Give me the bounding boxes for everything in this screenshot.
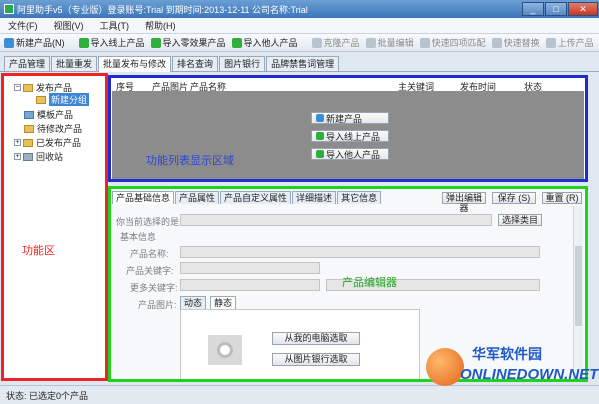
import-zero-button[interactable]: 导入零效果产品 xyxy=(150,36,226,49)
new-product-icon xyxy=(4,37,14,48)
function-area-outline xyxy=(1,73,108,381)
quick-replace-button[interactable]: 快速替换 xyxy=(491,36,540,49)
editor-area-label: 产品编辑器 xyxy=(342,277,397,289)
clone-icon xyxy=(311,37,322,48)
tab-product-management[interactable]: 产品管理 xyxy=(4,56,51,71)
menu-bar: 文件(F) 视图(V) 工具(T) 帮助(H) xyxy=(0,18,599,34)
window-title: 阿里助手v5（专业版）登录账号:Trial 到期时间:2013-12-11 公司… xyxy=(17,4,308,15)
maximize-button[interactable]: □ xyxy=(545,2,567,16)
tab-image-bank[interactable]: 图片银行 xyxy=(219,56,266,71)
menu-file[interactable]: 文件(F) xyxy=(8,19,38,32)
list-area-label: 功能列表显示区域 xyxy=(146,155,234,167)
import-online-icon xyxy=(78,37,89,48)
status-text: 状态: 已选定0个产品 xyxy=(6,390,89,401)
tab-batch-repost[interactable]: 批量重发 xyxy=(51,56,98,71)
main-tabs: 产品管理 批量重发 批量发布与修改 排名查询 图片银行 品牌禁售词管理 xyxy=(0,56,599,72)
tab-ranking[interactable]: 排名查询 xyxy=(172,56,219,71)
batch-edit-icon xyxy=(365,37,376,48)
watermark-cn: 华军软件园 xyxy=(472,346,542,362)
import-online-button[interactable]: 导入线上产品 xyxy=(78,36,145,49)
batch-edit-button[interactable]: 批量编辑 xyxy=(365,36,414,49)
close-button[interactable]: ✕ xyxy=(568,2,598,16)
site-logo-icon xyxy=(426,348,464,386)
quick-match-icon xyxy=(419,37,430,48)
quick-replace-icon xyxy=(491,37,502,48)
tab-brand-words[interactable]: 品牌禁售词管理 xyxy=(266,56,340,71)
new-product-button[interactable]: 新建产品(N) xyxy=(4,36,65,49)
import-others-icon xyxy=(231,37,242,48)
quick-match-button[interactable]: 快速四项匹配 xyxy=(419,36,486,49)
toolbar: 新建产品(N) 导入线上产品 导入零效果产品 导入他人产品 克隆产品 批量编辑 … xyxy=(0,34,599,52)
clone-button[interactable]: 克隆产品 xyxy=(311,36,360,49)
title-bar: 阿里助手v5（专业版）登录账号:Trial 到期时间:2013-12-11 公司… xyxy=(0,0,599,18)
watermark: 华军软件园 ONLINEDOWN.NET xyxy=(420,340,599,400)
menu-view[interactable]: 视图(V) xyxy=(54,19,84,32)
minimize-button[interactable]: _ xyxy=(522,2,544,16)
tab-batch-publish[interactable]: 批量发布与修改 xyxy=(98,56,172,72)
watermark-en: ONLINEDOWN.NET xyxy=(460,366,599,383)
menu-tools[interactable]: 工具(T) xyxy=(100,19,130,32)
upload-icon xyxy=(545,37,556,48)
menu-help[interactable]: 帮助(H) xyxy=(145,19,176,32)
upload-button[interactable]: 上传产品 xyxy=(545,36,594,49)
import-zero-icon xyxy=(150,37,161,48)
import-others-button[interactable]: 导入他人产品 xyxy=(231,36,298,49)
function-area-label: 功能区 xyxy=(22,245,55,257)
app-logo-icon xyxy=(4,4,14,14)
